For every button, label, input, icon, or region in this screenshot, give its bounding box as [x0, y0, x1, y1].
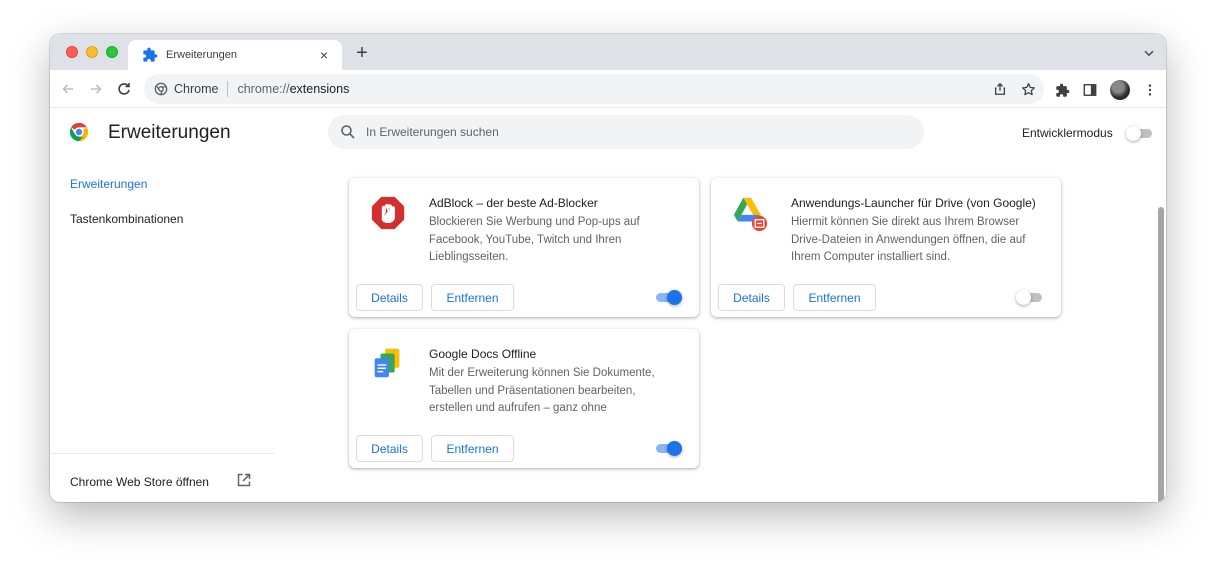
sidebar-divider: [50, 453, 274, 454]
webstore-link[interactable]: Chrome Web Store öffnen: [70, 475, 209, 489]
puzzle-icon: [1055, 83, 1069, 97]
puzzle-icon: [143, 47, 158, 62]
chevron-down-icon[interactable]: [1142, 46, 1156, 60]
url-text: chrome://extensions: [237, 82, 349, 96]
extension-description: Mit der Erweiterung können Sie Dokumente…: [429, 367, 655, 414]
window-controls: [66, 46, 118, 58]
details-button[interactable]: Details: [718, 284, 785, 311]
extension-name: Google Docs Offline: [429, 347, 537, 361]
adblock-icon: [371, 196, 405, 230]
scrollbar-thumb[interactable]: [1158, 207, 1164, 502]
tab-extensions[interactable]: Erweiterungen ×: [128, 40, 342, 70]
address-bar[interactable]: Chrome chrome://extensions: [144, 74, 1044, 104]
search-input[interactable]: [366, 125, 886, 139]
extensions-menu-button[interactable]: [1054, 82, 1070, 98]
toggle-knob: [1016, 290, 1031, 305]
url-host: extensions: [289, 82, 350, 96]
docs-offline-icon: [374, 348, 400, 378]
browser-window: Erweiterungen × + Chrome chrome://extens…: [50, 34, 1166, 502]
star-icon: [1021, 82, 1035, 95]
url-prefix: chrome://: [237, 82, 290, 96]
arrow-right-icon: [91, 84, 102, 94]
toggle-knob: [1126, 126, 1141, 141]
share-button[interactable]: [992, 81, 1008, 97]
sidebar-item-extensions[interactable]: Erweiterungen: [70, 177, 147, 191]
sidebar-item-shortcuts[interactable]: Tastenkombinationen: [70, 212, 183, 226]
minimize-window-button[interactable]: [86, 46, 98, 58]
extension-enable-toggle[interactable]: [654, 290, 682, 305]
toggle-knob: [667, 290, 682, 305]
extension-card-drive-launcher: Anwendungs-Launcher für Drive (von Googl…: [711, 178, 1061, 317]
maximize-window-button[interactable]: [106, 46, 118, 58]
chrome-site-icon: [154, 82, 168, 96]
extension-enable-toggle[interactable]: [654, 441, 682, 456]
omnibox-separator: [227, 81, 229, 97]
open-in-new-icon[interactable]: [236, 472, 252, 488]
new-tab-button[interactable]: +: [352, 43, 372, 64]
toolbar-actions: [1054, 80, 1158, 100]
profile-avatar[interactable]: [1110, 80, 1130, 100]
side-panel-icon: [1083, 84, 1097, 96]
reload-button[interactable]: [114, 79, 134, 99]
more-vert-icon: [1148, 84, 1152, 96]
details-button[interactable]: Details: [356, 284, 423, 311]
scrollbar[interactable]: [1154, 157, 1166, 502]
bookmark-button[interactable]: [1020, 81, 1036, 97]
tab-close-icon[interactable]: ×: [316, 47, 332, 63]
close-window-button[interactable]: [66, 46, 78, 58]
arrow-left-icon: [62, 84, 73, 94]
extension-card-adblock: AdBlock – der beste Ad-Blocker Blockiere…: [349, 178, 699, 317]
toolbar: Chrome chrome://extensions: [50, 70, 1166, 108]
devmode-label: Entwicklermodus: [1022, 126, 1113, 140]
remove-button[interactable]: Entfernen: [431, 284, 514, 311]
extension-description: Blockieren Sie Werbung und Pop-ups auf F…: [429, 216, 640, 263]
page-header: Erweiterungen Entwicklermodus: [50, 109, 1166, 157]
sidebar: Erweiterungen Tastenkombinationen Chrome…: [50, 157, 274, 502]
site-name: Chrome: [174, 82, 219, 96]
remove-button[interactable]: Entfernen: [431, 435, 514, 462]
extension-name: AdBlock – der beste Ad-Blocker: [429, 196, 598, 210]
details-button[interactable]: Details: [356, 435, 423, 462]
toggle-knob: [667, 441, 682, 456]
extension-card-docs-offline: Google Docs Offline Mit der Erweiterung …: [349, 329, 699, 468]
drive-launcher-icon: [733, 197, 768, 232]
side-panel-button[interactable]: [1082, 82, 1098, 98]
omnibox-actions: [992, 81, 1036, 97]
extension-name: Anwendungs-Launcher für Drive (von Googl…: [791, 196, 1036, 210]
devmode-toggle[interactable]: [1126, 126, 1152, 141]
tab-title: Erweiterungen: [166, 49, 237, 61]
chrome-logo-icon: [69, 122, 89, 142]
extensions-page: Erweiterungen Entwicklermodus Erweiterun…: [50, 109, 1166, 502]
back-button[interactable]: [58, 79, 78, 99]
page-title: Erweiterungen: [108, 122, 231, 143]
remove-button[interactable]: Entfernen: [793, 284, 876, 311]
extension-description: Hiermit können Sie direkt aus Ihrem Brow…: [791, 216, 1026, 263]
extension-search-box[interactable]: [328, 115, 924, 149]
forward-button[interactable]: [86, 79, 106, 99]
reload-icon: [118, 83, 130, 95]
tab-strip: Erweiterungen × +: [50, 34, 1166, 70]
search-icon: [341, 125, 355, 139]
extension-enable-toggle[interactable]: [1016, 290, 1042, 305]
chrome-menu-button[interactable]: [1142, 82, 1158, 98]
share-icon: [994, 82, 1006, 95]
